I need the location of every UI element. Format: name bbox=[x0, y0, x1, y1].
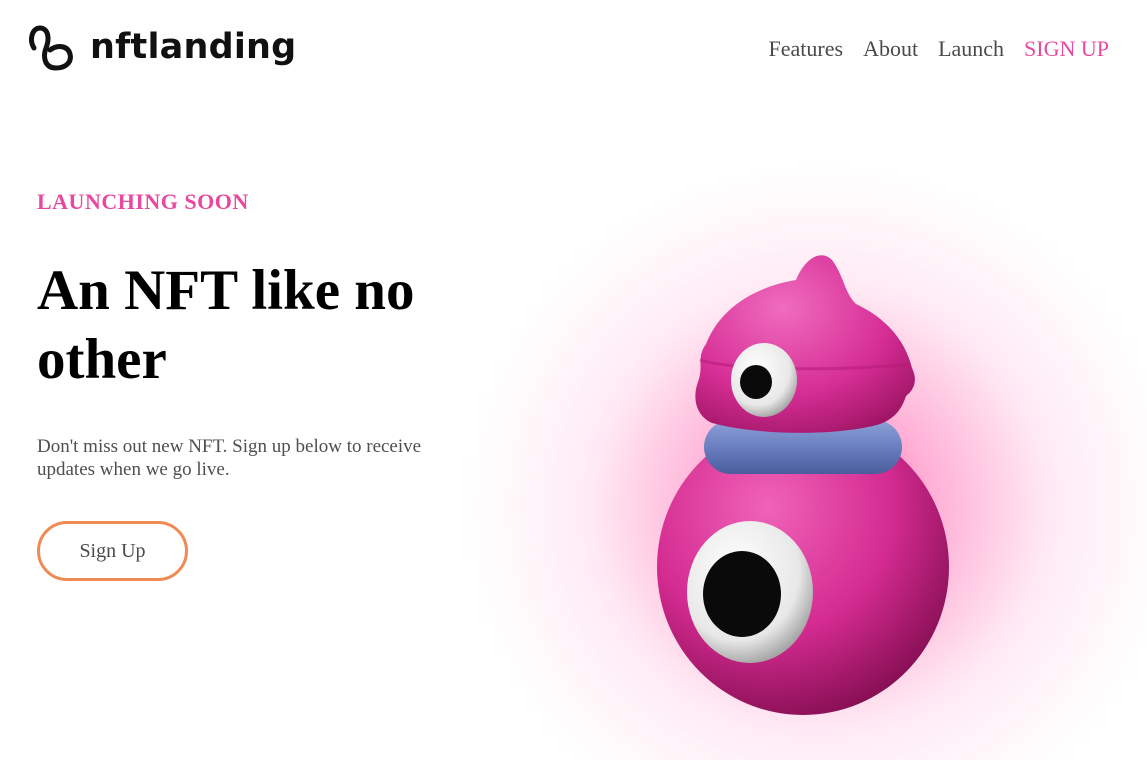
hero-title: An NFT like no other bbox=[37, 256, 477, 394]
main-nav: Features About Launch SIGN UP bbox=[769, 36, 1109, 62]
pink-creature-nft-illustration bbox=[657, 255, 949, 715]
signup-button[interactable]: Sign Up bbox=[37, 521, 188, 581]
creature-small-pupil bbox=[740, 365, 772, 399]
hero-subtitle: Don't miss out new NFT. Sign up below to… bbox=[37, 436, 422, 480]
loop-logo-icon bbox=[29, 25, 73, 71]
creature-head bbox=[695, 255, 915, 433]
nav-launch-link[interactable]: Launch bbox=[938, 36, 1004, 62]
hero-title-line-2: other bbox=[37, 328, 167, 391]
nav-about-link[interactable]: About bbox=[863, 36, 918, 62]
brand-logo[interactable]: nftlanding bbox=[28, 24, 296, 72]
nav-features-link[interactable]: Features bbox=[769, 36, 844, 62]
brand-name: nftlanding bbox=[90, 27, 297, 67]
creature-large-pupil bbox=[703, 551, 781, 637]
launching-soon-label: LAUNCHING SOON bbox=[37, 189, 249, 214]
nav-signup-link[interactable]: SIGN UP bbox=[1024, 36, 1109, 62]
hero-title-line-1: An NFT like no bbox=[37, 259, 415, 322]
